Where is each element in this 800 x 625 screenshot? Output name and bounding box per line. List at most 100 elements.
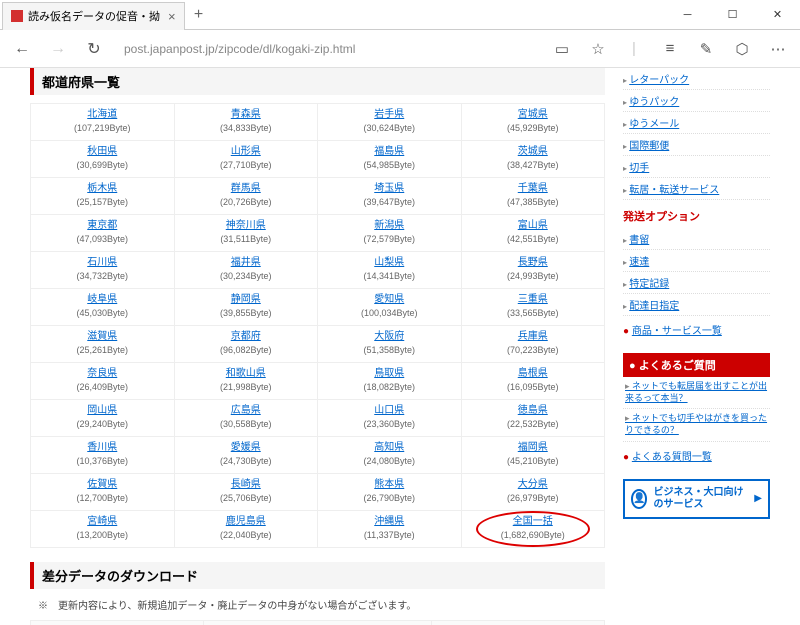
prefecture-link[interactable]: 島根県 [518, 368, 548, 379]
favorite-icon[interactable]: ☆ [584, 35, 612, 63]
prefecture-link[interactable]: 鳥取県 [374, 368, 404, 379]
faq-all-link[interactable]: よくある質問一覧 [632, 452, 712, 463]
diff-note: ※ 更新内容により、新規追加データ・廃止データの中身がない場合がございます。 [38, 597, 605, 612]
prefecture-link[interactable]: 宮城県 [518, 109, 548, 120]
diff-header-cell: 新規追加データ [204, 621, 432, 625]
prefecture-link[interactable]: 東京都 [87, 220, 117, 231]
prefecture-link[interactable]: 秋田県 [87, 146, 117, 157]
share-icon[interactable]: ⬡ [728, 35, 756, 63]
notes-icon[interactable]: ✎ [692, 35, 720, 63]
sidebar-links-2: 書留速達特定記録配達日指定 [623, 228, 770, 316]
refresh-button[interactable]: ↻ [80, 35, 108, 63]
prefecture-link[interactable]: 山形県 [231, 146, 261, 157]
prefecture-link[interactable]: 山口県 [374, 405, 404, 416]
more-icon[interactable]: ⋯ [764, 35, 792, 63]
prefecture-link[interactable]: 長崎県 [231, 479, 261, 490]
prefecture-link[interactable]: 佐賀県 [87, 479, 117, 490]
maximize-button[interactable]: ☐ [710, 0, 755, 30]
prefecture-cell: 高知県(24,080Byte) [318, 437, 462, 474]
prefecture-link[interactable]: 栃木県 [87, 183, 117, 194]
prefecture-link[interactable]: 福島県 [374, 146, 404, 157]
prefecture-link[interactable]: 富山県 [518, 220, 548, 231]
sidebar-link[interactable]: 配達日指定 [629, 301, 679, 312]
business-service-box[interactable]: 👤 ビジネス・大口向けのサービス ▶ [623, 479, 770, 519]
prefecture-link[interactable]: 岐阜県 [87, 294, 117, 305]
prefecture-link[interactable]: 和歌山県 [226, 368, 266, 379]
prefecture-link[interactable]: 北海道 [87, 109, 117, 120]
prefecture-cell: 徳島県(22,532Byte) [461, 400, 605, 437]
close-button[interactable]: ✕ [755, 0, 800, 30]
prefecture-link[interactable]: 全国一括 [513, 516, 553, 527]
prefecture-link[interactable]: 岡山県 [87, 405, 117, 416]
prefecture-size: (1,682,690Byte) [501, 530, 565, 540]
prefecture-link[interactable]: 宮崎県 [87, 516, 117, 527]
prefecture-cell: 佐賀県(12,700Byte) [31, 474, 175, 511]
hub-icon[interactable]: ≡ [656, 35, 684, 63]
sidebar-link[interactable]: 特定記録 [629, 279, 669, 290]
prefecture-link[interactable]: 広島県 [231, 405, 261, 416]
prefecture-link[interactable]: 愛知県 [374, 294, 404, 305]
address-bar[interactable]: post.japanpost.jp/zipcode/dl/kogaki-zip.… [116, 38, 540, 60]
tab-close-icon[interactable]: × [168, 9, 176, 24]
prefecture-link[interactable]: 滋賀県 [87, 331, 117, 342]
prefecture-link[interactable]: 沖縄県 [374, 516, 404, 527]
browser-tab[interactable]: 読み仮名データの促音・拗 × [2, 2, 185, 30]
sidebar-link[interactable]: ゆうパック [629, 97, 679, 108]
prefecture-link[interactable]: 神奈川県 [226, 220, 266, 231]
prefecture-link[interactable]: 福井県 [231, 257, 261, 268]
prefecture-size: (23,360Byte) [363, 419, 415, 429]
prefecture-link[interactable]: 茨城県 [518, 146, 548, 157]
minimize-button[interactable]: ─ [665, 0, 710, 30]
prefecture-link[interactable]: 熊本県 [374, 479, 404, 490]
prefecture-cell: 兵庫県(70,223Byte) [461, 326, 605, 363]
prefecture-link[interactable]: 千葉県 [518, 183, 548, 194]
prefecture-link[interactable]: 兵庫県 [518, 331, 548, 342]
prefecture-link[interactable]: 新潟県 [374, 220, 404, 231]
prefecture-link[interactable]: 岩手県 [374, 109, 404, 120]
new-tab-button[interactable]: + [185, 1, 213, 29]
forward-button[interactable]: → [44, 35, 72, 63]
prefecture-link[interactable]: 香川県 [87, 442, 117, 453]
diff-header-cell: 差分データ [31, 621, 204, 625]
prefecture-link[interactable]: 福岡県 [518, 442, 548, 453]
sidebar-link[interactable]: 切手 [629, 163, 649, 174]
prefecture-link[interactable]: 山梨県 [374, 257, 404, 268]
faq-item[interactable]: ネットでも転居届を出すことが出来るって本当？ [623, 377, 770, 409]
prefecture-link[interactable]: 石川県 [87, 257, 117, 268]
prefecture-link[interactable]: 三重県 [518, 294, 548, 305]
faq-item[interactable]: ネットでも切手やはがきを買ったりできるの？ [623, 409, 770, 441]
prefecture-size: (45,929Byte) [507, 123, 559, 133]
prefecture-link[interactable]: 京都府 [231, 331, 261, 342]
prefecture-link[interactable]: 奈良県 [87, 368, 117, 379]
sidebar-link[interactable]: ゆうメール [629, 119, 679, 130]
prefecture-size: (30,699Byte) [76, 160, 128, 170]
prefecture-size: (31,511Byte) [220, 234, 271, 244]
sidebar-link[interactable]: 国際郵便 [629, 141, 669, 152]
prefecture-link[interactable]: 鹿児島県 [226, 516, 266, 527]
prefecture-cell: 鹿児島県 (22,040Byte) [174, 511, 318, 548]
prefecture-size: (45,210Byte) [507, 456, 559, 466]
prefecture-link[interactable]: 群馬県 [231, 183, 261, 194]
prefecture-link[interactable]: 徳島県 [518, 405, 548, 416]
prefecture-link[interactable]: 高知県 [374, 442, 404, 453]
sidebar-link[interactable]: 書留 [629, 235, 649, 246]
prefecture-link[interactable]: 青森県 [231, 109, 261, 120]
catalog-link[interactable]: 商品・サービス一覧 [632, 326, 722, 337]
main-column: 都道府県一覧 北海道(107,219Byte)青森県(34,833Byte)岩手… [30, 68, 615, 625]
sidebar-link[interactable]: 転居・転送サービス [629, 185, 719, 196]
business-text: ビジネス・大口向けのサービス [653, 487, 748, 511]
prefecture-link[interactable]: 長野県 [518, 257, 548, 268]
prefecture-link[interactable]: 埼玉県 [374, 183, 404, 194]
prefecture-cell: 埼玉県(39,647Byte) [318, 178, 462, 215]
prefecture-link[interactable]: 大分県 [518, 479, 548, 490]
prefecture-size: (22,040Byte) [220, 530, 272, 540]
prefecture-cell: 福岡県 (45,210Byte) [461, 437, 605, 474]
sidebar-link[interactable]: レターパック [629, 75, 689, 86]
prefecture-link[interactable]: 大阪府 [374, 331, 404, 342]
prefecture-cell: 富山県(42,551Byte) [461, 215, 605, 252]
prefecture-link[interactable]: 静岡県 [231, 294, 261, 305]
back-button[interactable]: ← [8, 35, 36, 63]
prefecture-link[interactable]: 愛媛県 [231, 442, 261, 453]
reading-view-icon[interactable]: ▭ [548, 35, 576, 63]
sidebar-link[interactable]: 速達 [629, 257, 649, 268]
